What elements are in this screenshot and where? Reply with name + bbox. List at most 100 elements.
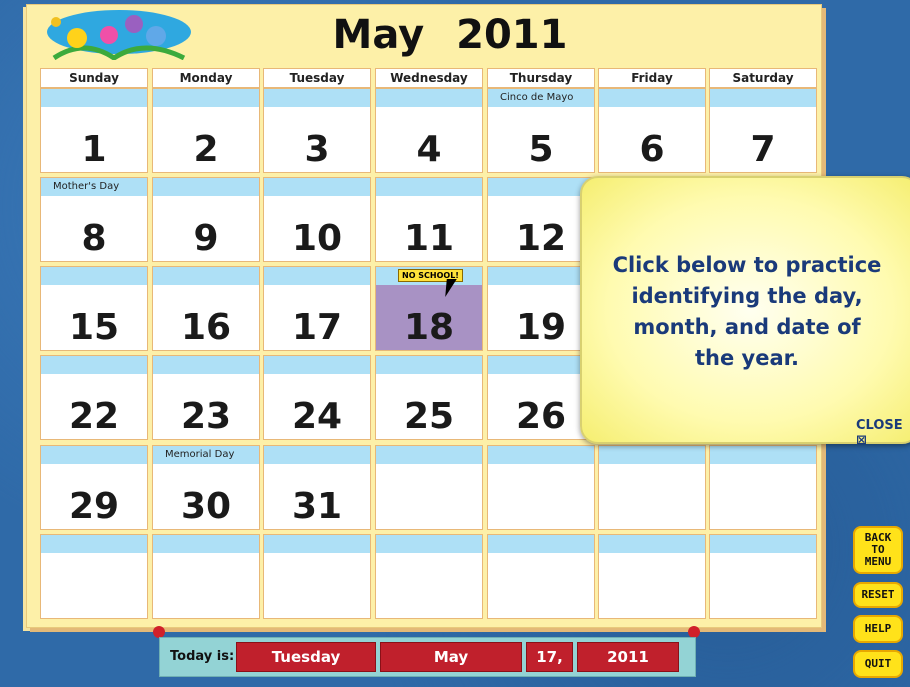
- day-number: 25: [403, 396, 455, 437]
- day-cell-25[interactable]: 25: [375, 355, 483, 440]
- event-strip: [376, 89, 482, 107]
- day-cell-26[interactable]: 26: [487, 355, 595, 440]
- event-strip: [41, 446, 147, 464]
- event-strip: [41, 535, 147, 553]
- empty-day-cell[interactable]: [152, 534, 260, 619]
- day-cell-31[interactable]: 31: [263, 445, 371, 530]
- event-strip: [376, 446, 482, 464]
- day-number: 7: [750, 129, 776, 170]
- help-button[interactable]: HELP: [853, 615, 903, 643]
- day-cell-29[interactable]: 29: [40, 445, 148, 530]
- day-cell-6[interactable]: 6: [598, 88, 706, 173]
- today-month[interactable]: May: [380, 642, 522, 672]
- day-number: 12: [515, 218, 567, 259]
- day-cell-9[interactable]: 9: [152, 177, 260, 262]
- day-cell-15[interactable]: 15: [40, 266, 148, 351]
- today-label: Today is:: [170, 649, 235, 664]
- event-strip: [264, 356, 370, 374]
- event-strip: [264, 535, 370, 553]
- mouse-cursor-icon: [445, 279, 457, 297]
- event-strip: [153, 267, 259, 285]
- day-cell-1[interactable]: 1: [40, 88, 148, 173]
- event-strip: [41, 267, 147, 285]
- day-cell-23[interactable]: 23: [152, 355, 260, 440]
- reset-button[interactable]: RESET: [853, 582, 903, 608]
- event-strip: [488, 178, 594, 196]
- empty-day-cell[interactable]: [263, 534, 371, 619]
- day-number: 1: [81, 129, 107, 170]
- day-number: 9: [193, 218, 219, 259]
- empty-day-cell[interactable]: [40, 534, 148, 619]
- day-cell-10[interactable]: 10: [263, 177, 371, 262]
- event-strip: [153, 178, 259, 196]
- event-strip: [710, 89, 816, 107]
- event-strip: [264, 446, 370, 464]
- empty-day-cell[interactable]: [375, 445, 483, 530]
- event-strip: [710, 446, 816, 464]
- event-strip: Memorial Day: [153, 446, 259, 464]
- day-cell-16[interactable]: 16: [152, 266, 260, 351]
- today-weekday[interactable]: Tuesday: [236, 642, 376, 672]
- day-cell-17[interactable]: 17: [263, 266, 371, 351]
- empty-day-cell[interactable]: [598, 445, 706, 530]
- empty-day-cell[interactable]: [598, 534, 706, 619]
- day-number: 11: [403, 218, 455, 259]
- event-strip: [153, 535, 259, 553]
- day-number: 4: [416, 129, 442, 170]
- event-strip: [264, 89, 370, 107]
- quit-button[interactable]: QUIT: [853, 650, 903, 678]
- day-cell-3[interactable]: 3: [263, 88, 371, 173]
- event-strip: [488, 535, 594, 553]
- event-strip: [710, 535, 816, 553]
- weekday-header: Saturday: [709, 68, 817, 88]
- day-number: 8: [81, 218, 107, 259]
- day-cell-2[interactable]: 2: [152, 88, 260, 173]
- weekday-header: Friday: [598, 68, 706, 88]
- day-cell-22[interactable]: 22: [40, 355, 148, 440]
- event-strip: Cinco de Mayo: [488, 89, 594, 107]
- day-cell-4[interactable]: 4: [375, 88, 483, 173]
- day-number: 6: [639, 129, 665, 170]
- empty-day-cell[interactable]: [709, 445, 817, 530]
- event-strip: [488, 446, 594, 464]
- event-strip: [153, 356, 259, 374]
- empty-day-cell[interactable]: [375, 534, 483, 619]
- day-cell-7[interactable]: 7: [709, 88, 817, 173]
- empty-day-cell[interactable]: [709, 534, 817, 619]
- day-cell-30[interactable]: Memorial Day 30: [152, 445, 260, 530]
- day-cell-11[interactable]: 11: [375, 177, 483, 262]
- today-year[interactable]: 2011: [577, 642, 679, 672]
- empty-day-cell[interactable]: [487, 445, 595, 530]
- close-button[interactable]: CLOSE ⊠: [856, 418, 910, 448]
- event-strip: [264, 267, 370, 285]
- back-to-menu-button[interactable]: BACK TO MENU: [853, 526, 903, 574]
- event-strip: [488, 267, 594, 285]
- day-number: 31: [291, 486, 343, 527]
- weekday-header: Tuesday: [263, 68, 371, 88]
- day-cell-18[interactable]: NO SCHOOL! 18: [375, 266, 483, 351]
- event-strip: [599, 535, 705, 553]
- empty-day-cell[interactable]: [487, 534, 595, 619]
- day-number: 16: [180, 307, 232, 348]
- day-cell-8[interactable]: Mother's Day 8: [40, 177, 148, 262]
- weekday-header: Wednesday: [375, 68, 483, 88]
- today-panel: Today is: Tuesday May 17, 2011: [159, 637, 696, 677]
- event-strip: [41, 89, 147, 107]
- event-strip: [41, 356, 147, 374]
- event-strip: [264, 178, 370, 196]
- popup-message: Click below to practice identifying the …: [612, 253, 882, 370]
- weekday-header: Sunday: [40, 68, 148, 88]
- event-strip: [599, 446, 705, 464]
- day-cell-12[interactable]: 12: [487, 177, 595, 262]
- day-number: 23: [180, 396, 232, 437]
- day-number: 26: [515, 396, 567, 437]
- day-cell-24[interactable]: 24: [263, 355, 371, 440]
- day-number: 19: [515, 307, 567, 348]
- day-number: 22: [68, 396, 120, 437]
- event-strip: Mother's Day: [41, 178, 147, 196]
- day-number: 17: [291, 307, 343, 348]
- day-cell-5[interactable]: Cinco de Mayo 5: [487, 88, 595, 173]
- day-cell-19[interactable]: 19: [487, 266, 595, 351]
- today-date[interactable]: 17,: [526, 642, 573, 672]
- day-number: 10: [291, 218, 343, 259]
